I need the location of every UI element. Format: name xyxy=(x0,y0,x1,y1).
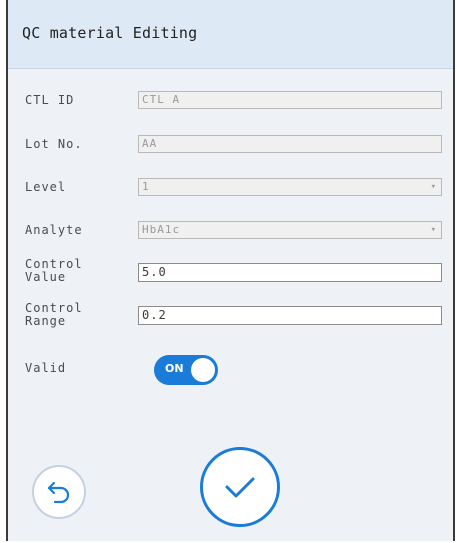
header-bar: QC material Editing xyxy=(8,0,453,69)
control-value-text: 5.0 xyxy=(142,265,167,279)
page-title: QC material Editing xyxy=(22,24,198,42)
level-value: 1 xyxy=(142,180,150,193)
ctl-id-field: CTL A xyxy=(138,91,442,109)
control-range-text: 0.2 xyxy=(142,308,167,322)
toggle-knob xyxy=(191,358,215,382)
lot-no-field: AA xyxy=(138,135,442,153)
dropdown-arrow-icon: ▾ xyxy=(430,182,437,192)
valid-label: Valid xyxy=(25,361,67,375)
lot-no-value: AA xyxy=(142,137,158,150)
ctl-id-value: CTL A xyxy=(142,93,181,106)
lot-no-label: Lot No. xyxy=(25,137,83,151)
analyte-select: HbA1c ▾ xyxy=(138,221,442,239)
back-button[interactable] xyxy=(32,465,86,519)
level-label: Level xyxy=(25,180,67,194)
toggle-on-text: ON xyxy=(165,362,184,375)
analyte-value: HbA1c xyxy=(142,223,181,236)
undo-arrow-icon xyxy=(47,481,70,504)
ctl-id-label: CTL ID xyxy=(25,93,75,107)
confirm-button[interactable] xyxy=(200,447,280,527)
valid-toggle[interactable]: ON xyxy=(154,355,218,385)
control-range-label-line2: Range xyxy=(25,314,67,328)
analyte-label: Analyte xyxy=(25,223,83,237)
dropdown-arrow-icon: ▾ xyxy=(430,225,437,235)
checkmark-icon xyxy=(225,477,255,498)
control-value-input[interactable]: 5.0 xyxy=(138,263,442,282)
level-select: 1 ▾ xyxy=(138,178,442,196)
control-value-label-line2: Value xyxy=(25,270,67,284)
qc-material-editing-window: QC material Editing CTL ID CTL A Lot No.… xyxy=(6,0,455,541)
control-range-input[interactable]: 0.2 xyxy=(138,306,442,325)
